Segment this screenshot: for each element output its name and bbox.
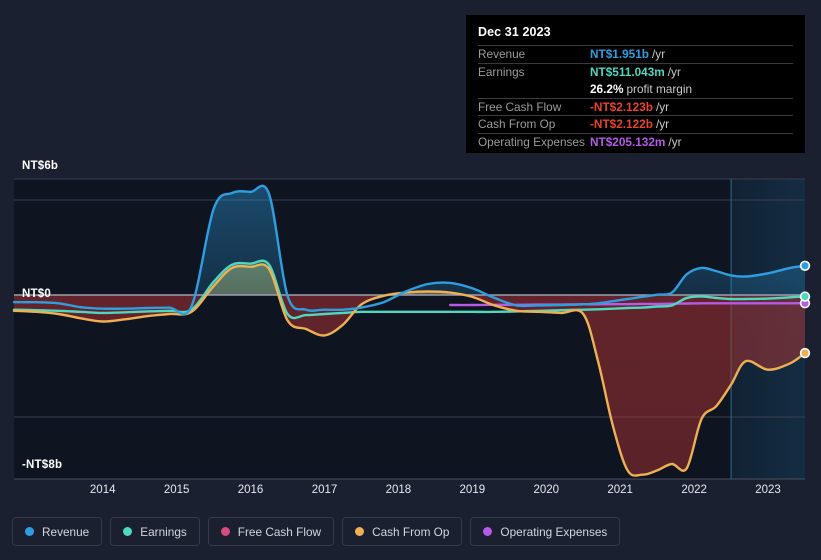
- tooltip-row: Revenue NT$1.951b/yr: [478, 45, 793, 63]
- endpoint-marker-earnings: [799, 291, 811, 302]
- legend-item-label: Earnings: [140, 524, 187, 539]
- x-axis-tick-2020: 2020: [533, 484, 560, 496]
- data-tooltip: Dec 31 2023 Revenue NT$1.951b/yr Earnings N…: [466, 15, 805, 153]
- legend-color-dot-icon: [483, 527, 493, 536]
- legend-item-free-cash-flow[interactable]: Free Cash Flow: [207, 517, 335, 546]
- legend-color-dot-icon: [220, 527, 230, 536]
- tooltip-row: Free Cash Flow -NT$2.123b/yr: [478, 97, 793, 116]
- legend-item-operating-expenses[interactable]: Operating Expenses: [470, 517, 621, 546]
- tooltip-row-value: NT$1.951b: [590, 47, 650, 62]
- x-axis-tick-2021: 2021: [607, 484, 633, 496]
- legend-item-label: Free Cash Flow: [237, 524, 322, 539]
- tooltip-row-label: Earnings: [478, 64, 525, 79]
- endpoint-marker-cash-from-op: [799, 347, 811, 359]
- legend-item-earnings[interactable]: Earnings: [110, 517, 200, 546]
- legend-item-label: Revenue: [42, 524, 90, 539]
- tooltip-row-value: NT$511.043m: [590, 64, 665, 79]
- tooltip-row-unit: /yr: [655, 99, 670, 114]
- tooltip-row-value: NT$205.132m: [590, 134, 666, 149]
- x-axis-tick-2015: 2015: [163, 484, 190, 496]
- legend-item-label: Cash From Op: [372, 524, 450, 539]
- legend-item-cash-from-op[interactable]: Cash From Op: [342, 517, 463, 546]
- tooltip-row-unit: /yr: [668, 134, 682, 149]
- tooltip-row-value: 26.2%: [590, 81, 624, 96]
- y-axis-top-label: NT$6b: [22, 160, 59, 172]
- x-axis-tick-2023: 2023: [755, 484, 781, 496]
- tooltip-row: 26.2% profit margin: [478, 80, 793, 98]
- tooltip-row: Operating Expenses NT$205.132m/yr: [478, 132, 793, 151]
- financial-chart-widget: NT$6b NT$0 -NT$8b 2014 2015 2016 2017 2018 20…: [0, 0, 821, 560]
- tooltip-row-label: Cash From Op: [478, 117, 556, 132]
- tooltip-row-label: Operating Expenses: [478, 134, 585, 149]
- chart-legend: Revenue Earnings Free Cash Flow Cash From O…: [12, 517, 621, 546]
- tooltip-row-unit: profit margin: [626, 81, 693, 96]
- tooltip-row-value: -NT$2.122b: [590, 117, 653, 132]
- legend-color-dot-icon: [25, 527, 34, 536]
- x-axis-tick-2022: 2022: [681, 484, 707, 496]
- tooltip-row-unit: /yr: [667, 64, 681, 79]
- legend-color-dot-icon: [355, 527, 365, 536]
- legend-color-dot-icon: [123, 527, 133, 536]
- y-axis-zero-label: NT$0: [22, 288, 51, 300]
- x-axis-tick-2019: 2019: [459, 484, 486, 496]
- tooltip-row-label: Revenue: [478, 47, 526, 62]
- tooltip-row-value: -NT$2.123b: [590, 99, 653, 114]
- tooltip-row: Cash From Op -NT$2.122b/yr: [478, 115, 793, 133]
- tooltip-row-label: Free Cash Flow: [478, 99, 562, 114]
- x-axis-tick-2017: 2017: [311, 484, 338, 496]
- tooltip-row-unit: /yr: [655, 117, 670, 132]
- tooltip-date: Dec 31 2023: [478, 25, 551, 39]
- tooltip-row: Earnings NT$511.043m/yr: [478, 62, 793, 81]
- endpoint-marker-revenue: [799, 260, 811, 271]
- x-axis-tick-2014: 2014: [89, 484, 116, 496]
- legend-item-label: Operating Expenses: [500, 524, 608, 539]
- x-axis-tick-2016: 2016: [237, 484, 264, 496]
- legend-item-revenue[interactable]: Revenue: [12, 517, 103, 546]
- y-axis-bottom-label: -NT$8b: [22, 459, 63, 471]
- x-axis-tick-2018: 2018: [385, 484, 412, 496]
- tooltip-rows: Revenue NT$1.951b/yr Earnings NT$511.043m/y…: [478, 45, 793, 150]
- tooltip-row-unit: /yr: [652, 47, 666, 62]
